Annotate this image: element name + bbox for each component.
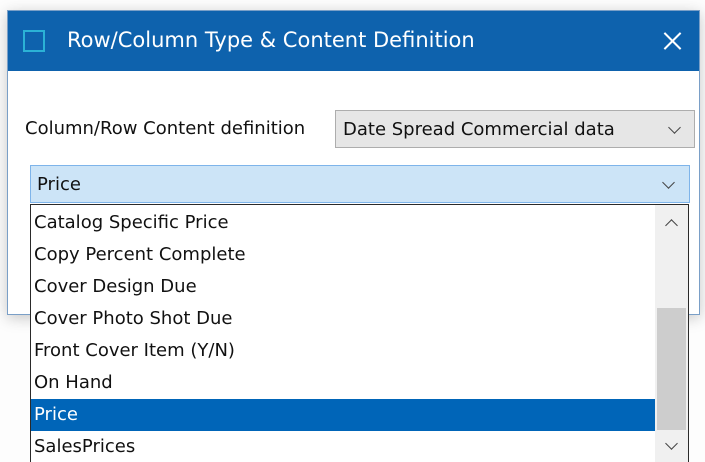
list-item[interactable]: Copy Percent Complete (31, 239, 655, 271)
field-dropdown-value: Price (37, 174, 81, 195)
scroll-down-button[interactable] (655, 431, 688, 462)
chevron-up-icon (665, 219, 678, 232)
chevron-down-icon (665, 437, 678, 450)
list-item-selected[interactable]: Price (31, 399, 655, 431)
close-button[interactable] (639, 11, 699, 71)
chevron-down-icon (662, 176, 675, 189)
content-definition-dropdown[interactable]: Date Spread Commercial data (335, 110, 695, 148)
chevron-down-icon (668, 121, 681, 134)
content-definition-value: Date Spread Commercial data (343, 119, 615, 140)
window-icon (23, 30, 45, 52)
list-item[interactable]: Cover Design Due (31, 271, 655, 303)
field-options-list[interactable]: Catalog Specific Price Copy Percent Comp… (30, 204, 689, 462)
content-definition-label: Column/Row Content definition (25, 118, 306, 139)
list-item[interactable]: On Hand (31, 367, 655, 399)
list-item[interactable]: Catalog Specific Price (31, 207, 655, 239)
scroll-thumb[interactable] (657, 308, 686, 430)
list-item[interactable]: Cover Photo Shot Due (31, 303, 655, 335)
dialog-title: Row/Column Type & Content Definition (67, 28, 475, 52)
field-dropdown[interactable]: Price (30, 165, 690, 203)
vertical-scrollbar[interactable] (655, 205, 688, 462)
scroll-up-button[interactable] (655, 205, 688, 237)
title-bar[interactable]: Row/Column Type & Content Definition (8, 11, 699, 71)
options-container: Catalog Specific Price Copy Percent Comp… (31, 207, 655, 462)
list-item[interactable]: SalesPrices (31, 431, 655, 462)
list-item[interactable]: Front Cover Item (Y/N) (31, 335, 655, 367)
